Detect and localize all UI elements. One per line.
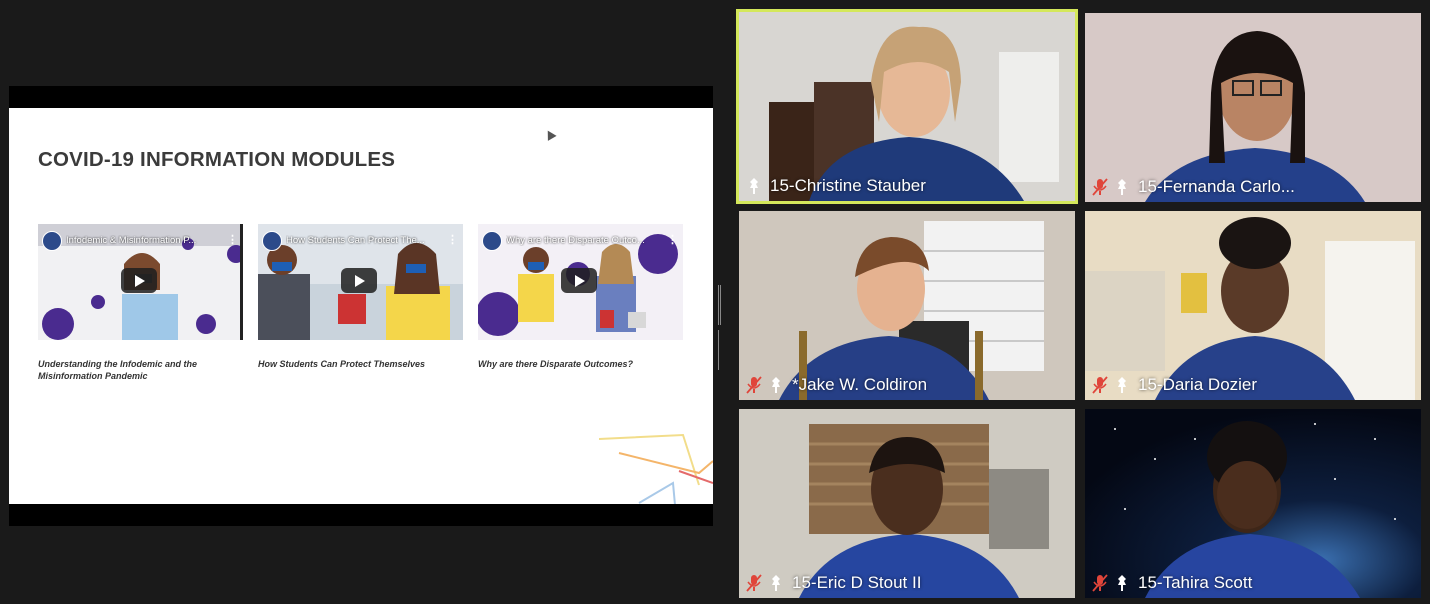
- participant-name-bar: 15-Fernanda Carlo...: [1091, 176, 1295, 198]
- video-title: Why are there Disparate Outco...: [506, 235, 645, 246]
- pin-icon[interactable]: [767, 574, 785, 592]
- participant-name: 15-Eric D Stout II: [792, 573, 922, 592]
- channel-logo-icon: [482, 231, 502, 251]
- participant-tile[interactable]: 15-Christine Stauber: [736, 9, 1078, 204]
- video-thumbnail-infodemic[interactable]: Infodemic & Misinformation P... ⋮: [38, 224, 243, 340]
- pin-icon[interactable]: [1113, 574, 1131, 592]
- participant-name: *Jake W. Coldiron: [792, 375, 928, 394]
- pin-icon[interactable]: [1113, 376, 1131, 394]
- microphone-muted-icon[interactable]: [1091, 376, 1109, 394]
- participant-name-bar: 15-Christine Stauber: [745, 175, 926, 197]
- split-view-handle[interactable]: [718, 285, 723, 370]
- more-vertical-icon[interactable]: ⋮: [667, 233, 678, 246]
- participant-video: [739, 12, 1075, 201]
- video-caption: How Students Can Protect Themselves: [258, 359, 426, 369]
- decorative-lines: [599, 433, 713, 504]
- play-icon[interactable]: [341, 268, 377, 293]
- video-thumbnail-disparate[interactable]: Why are there Disparate Outco... ⋮: [478, 224, 683, 340]
- video-title: Infodemic & Misinformation P...: [66, 235, 197, 246]
- participant-name: 15-Tahira Scott: [1138, 573, 1253, 592]
- participant-video: [1085, 13, 1421, 202]
- microphone-muted-icon[interactable]: [745, 574, 763, 592]
- participant-tile[interactable]: *Jake W. Coldiron: [739, 211, 1075, 400]
- video-thumbnail-protect[interactable]: How Students Can Protect The... ⋮: [258, 224, 463, 340]
- slide-title: COVID-19 INFORMATION MODULES: [38, 148, 396, 171]
- participant-tile[interactable]: 15-Daria Dozier: [1085, 211, 1421, 400]
- participant-video: [739, 211, 1075, 400]
- video-caption: Why are there Disparate Outcomes?: [478, 359, 634, 369]
- pin-icon[interactable]: [767, 376, 785, 394]
- microphone-muted-icon[interactable]: [745, 376, 763, 394]
- channel-logo-icon: [262, 231, 282, 251]
- participant-name: 15-Fernanda Carlo...: [1138, 177, 1295, 196]
- participant-tile[interactable]: 15-Tahira Scott: [1085, 409, 1421, 598]
- participant-name-bar: 15-Daria Dozier: [1091, 374, 1257, 396]
- presentation-slide: COVID-19 INFORMATION MODULES Infodemic &…: [9, 108, 713, 504]
- play-icon[interactable]: [121, 268, 157, 293]
- participant-tile[interactable]: 15-Fernanda Carlo...: [1085, 13, 1421, 202]
- participant-video: [739, 409, 1075, 598]
- participant-name: 15-Christine Stauber: [770, 176, 926, 195]
- pin-icon[interactable]: [745, 177, 763, 195]
- participant-video: [1085, 211, 1421, 400]
- participant-name-bar: *Jake W. Coldiron: [745, 374, 927, 396]
- more-vertical-icon[interactable]: ⋮: [447, 233, 458, 246]
- video-title: How Students Can Protect The...: [286, 235, 425, 246]
- microphone-muted-icon[interactable]: [1091, 574, 1109, 592]
- play-icon[interactable]: [561, 268, 597, 293]
- channel-logo-icon: [42, 231, 62, 251]
- mouse-cursor-icon: [543, 128, 557, 141]
- pin-icon[interactable]: [1113, 178, 1131, 196]
- participant-tile[interactable]: 15-Eric D Stout II: [739, 409, 1075, 598]
- participant-name: 15-Daria Dozier: [1138, 375, 1258, 394]
- more-vertical-icon[interactable]: ⋮: [227, 233, 238, 246]
- participant-video: [1085, 409, 1421, 598]
- participant-name-bar: 15-Tahira Scott: [1091, 572, 1252, 594]
- microphone-muted-icon[interactable]: [1091, 178, 1109, 196]
- video-caption: Understanding the Infodemic and the Misi…: [38, 359, 198, 381]
- participant-name-bar: 15-Eric D Stout II: [745, 572, 921, 594]
- shared-screen[interactable]: COVID-19 INFORMATION MODULES Infodemic &…: [9, 86, 713, 526]
